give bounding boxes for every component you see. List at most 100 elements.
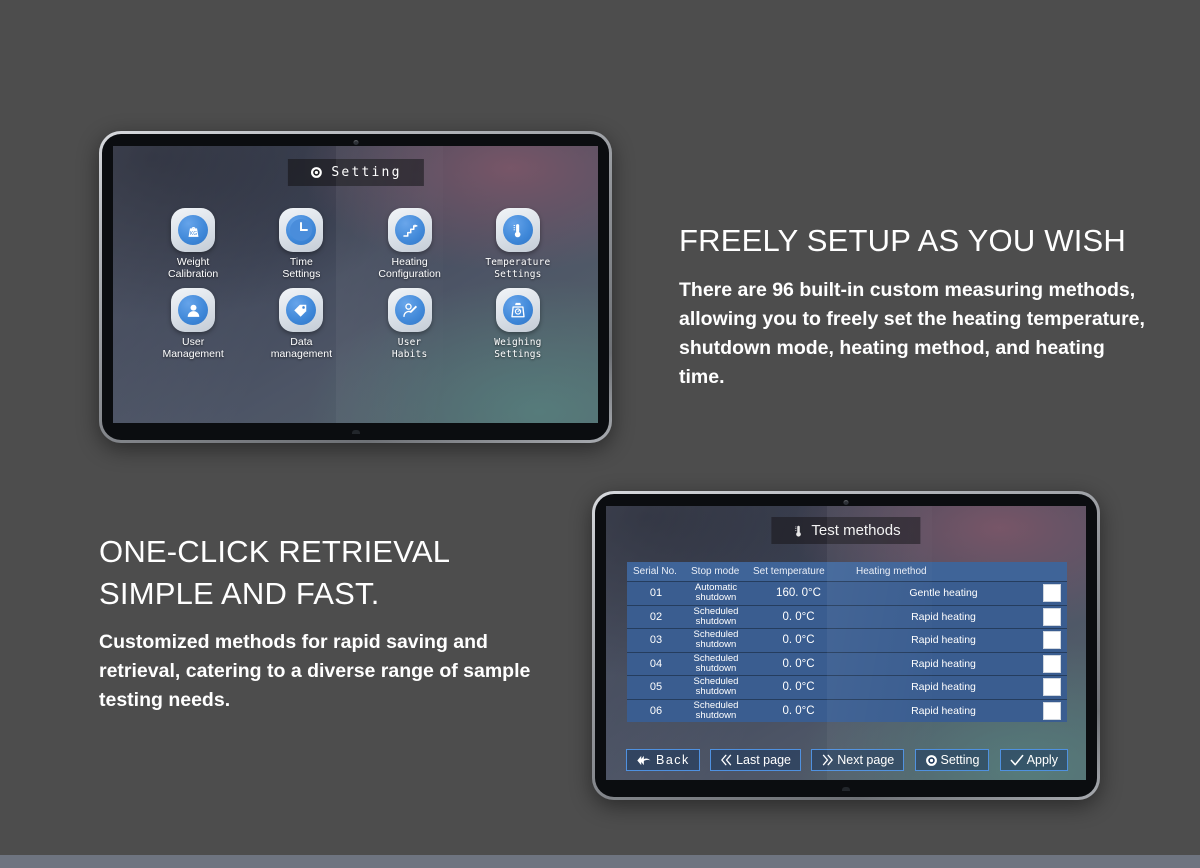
thermometer-icon [795,525,801,537]
apply-button[interactable]: Apply [999,749,1068,771]
thermometer-icon [502,215,533,245]
icon-tile [387,288,432,332]
settings-item-label: Weight Calibration [168,256,219,280]
tablet-bezel: Test methods Serial No. Stop mode Set te… [595,494,1097,797]
cell-serial: 05 [649,681,663,694]
last-page-button[interactable]: Last page [710,749,801,771]
last-page-button-label: Last page [736,753,791,767]
cell-set-temperature: 0. 0°C [782,704,815,717]
cell-set-temperature: 0. 0°C [782,634,815,647]
home-indicator-icon [842,787,850,791]
cell-stop-mode: Scheduled shutdown [693,699,739,721]
cell-serial: 03 [649,634,663,647]
back-button[interactable]: Back [626,749,700,771]
setting-button-label: Setting [940,753,980,767]
settings-item-label: Data management [270,336,333,360]
settings-item-user-habits[interactable]: User Habits [356,288,464,360]
cell-set-temperature: 0. 0°C [782,681,815,694]
settings-item-label: User Habits [391,337,428,360]
stairs-heating-icon [394,215,425,245]
settings-item-weight-calibration[interactable]: KG Weight Calibration [139,208,247,280]
row-checkbox[interactable] [1043,631,1061,650]
icon-tile [171,288,216,332]
double-chevron-right-icon [823,754,834,766]
table-row[interactable]: 06 Scheduled shutdown 0. 0°C Rapid heati… [627,698,1067,722]
icon-tile: KG [171,208,216,252]
cell-stop-mode: Scheduled shutdown [693,652,739,674]
icon-tile [495,208,540,252]
row-checkbox[interactable] [1043,654,1061,673]
copy-heading: ONE-CLICK RETRIEVAL SIMPLE AND FAST. [99,534,451,611]
settings-item-temperature-settings[interactable]: Temperature Settings [464,208,572,280]
svg-text:KG: KG [190,230,197,236]
cell-heating-method: Gentle heating [909,587,978,600]
scale-icon [502,295,533,325]
row-checkbox[interactable] [1043,584,1061,603]
row-checkbox[interactable] [1043,701,1061,720]
page-root: Setting KG Weight Calibration Time Setti… [0,0,1200,868]
cell-heating-method: Rapid heating [911,681,976,694]
tablet-bezel: Setting KG Weight Calibration Time Setti… [102,134,609,440]
copy-heading: FREELY SETUP AS YOU WISH [679,223,1126,258]
settings-item-heating-configuration[interactable]: Heating Configuration [356,208,464,280]
icon-tile [387,208,432,252]
check-icon [1010,754,1024,765]
apply-button-label: Apply [1026,753,1058,767]
settings-grid: KG Weight Calibration Time Settings Heat… [113,208,598,360]
test-methods-table: Serial No. Stop mode Set temperature Hea… [627,562,1067,722]
tag-data-icon [286,295,317,325]
row-checkbox[interactable] [1043,607,1061,626]
table-header-row: Serial No. Stop mode Set temperature Hea… [627,562,1067,581]
icon-tile [495,288,540,332]
settings-item-label: Weighing Settings [494,337,542,360]
weight-kg-icon: KG [178,215,209,245]
clock-icon [286,215,317,245]
test-methods-title-chip: Test methods [771,517,921,544]
settings-item-label: User Management [162,336,224,360]
cell-heating-method: Rapid heating [911,610,976,623]
cell-set-temperature: 160. 0°C [776,587,821,600]
column-header-serial-no: Serial No. [633,566,677,577]
settings-item-label: Temperature Settings [485,257,551,280]
next-page-button[interactable]: Next page [811,749,905,771]
row-checkbox[interactable] [1043,678,1061,697]
settings-title-chip: Setting [287,159,424,186]
setting-button[interactable]: Setting [914,749,990,771]
test-methods-title: Test methods [811,522,901,539]
table-row[interactable]: 02 Scheduled shutdown 0. 0°C Rapid heati… [627,604,1067,628]
cell-set-temperature: 0. 0°C [782,657,815,670]
cell-serial: 04 [649,657,663,670]
double-chevron-left-icon [721,754,732,766]
cell-heating-method: Rapid heating [911,657,976,670]
back-button-label: Back [656,753,690,767]
cell-heating-method: Rapid heating [911,704,976,717]
table-row[interactable]: 05 Scheduled shutdown 0. 0°C Rapid heati… [627,675,1067,699]
user-edit-icon [394,295,425,325]
camera-icon [353,140,358,145]
copy-block-freely-setup: FREELY SETUP AS YOU WISH There are 96 bu… [679,222,1149,392]
tablet-test-methods-device: Test methods Serial No. Stop mode Set te… [592,491,1100,800]
home-indicator-icon [351,430,360,434]
table-row[interactable]: 04 Scheduled shutdown 0. 0°C Rapid heati… [627,651,1067,675]
cell-serial: 02 [649,610,663,623]
settings-item-label: Heating Configuration [378,256,441,280]
settings-item-weighing-settings[interactable]: Weighing Settings [464,288,572,360]
table-row[interactable]: 01 Automatic shutdown 160. 0°C Gentle he… [627,581,1067,605]
camera-icon [843,500,849,505]
cell-set-temperature: 0. 0°C [782,610,815,623]
column-header-set-temperature: Set temperature [753,566,825,577]
column-header-stop-mode: Stop mode [691,565,740,577]
next-page-button-label: Next page [837,753,895,767]
test-methods-button-bar: Back Last page Next page Setting Apply [626,749,1068,771]
bottom-strip [0,855,1200,868]
target-icon [310,167,322,178]
column-header-heating-method: Heating method [856,566,927,577]
settings-item-user-management[interactable]: User Management [139,288,247,360]
test-methods-screen: Test methods Serial No. Stop mode Set te… [606,506,1086,780]
settings-item-label: Time Settings [282,256,321,280]
settings-item-time-settings[interactable]: Time Settings [247,208,355,280]
user-icon [178,295,209,325]
table-row[interactable]: 03 Scheduled shutdown 0. 0°C Rapid heati… [627,628,1067,652]
settings-item-data-management[interactable]: Data management [247,288,355,360]
copy-body: There are 96 built-in custom measuring m… [679,279,1145,388]
